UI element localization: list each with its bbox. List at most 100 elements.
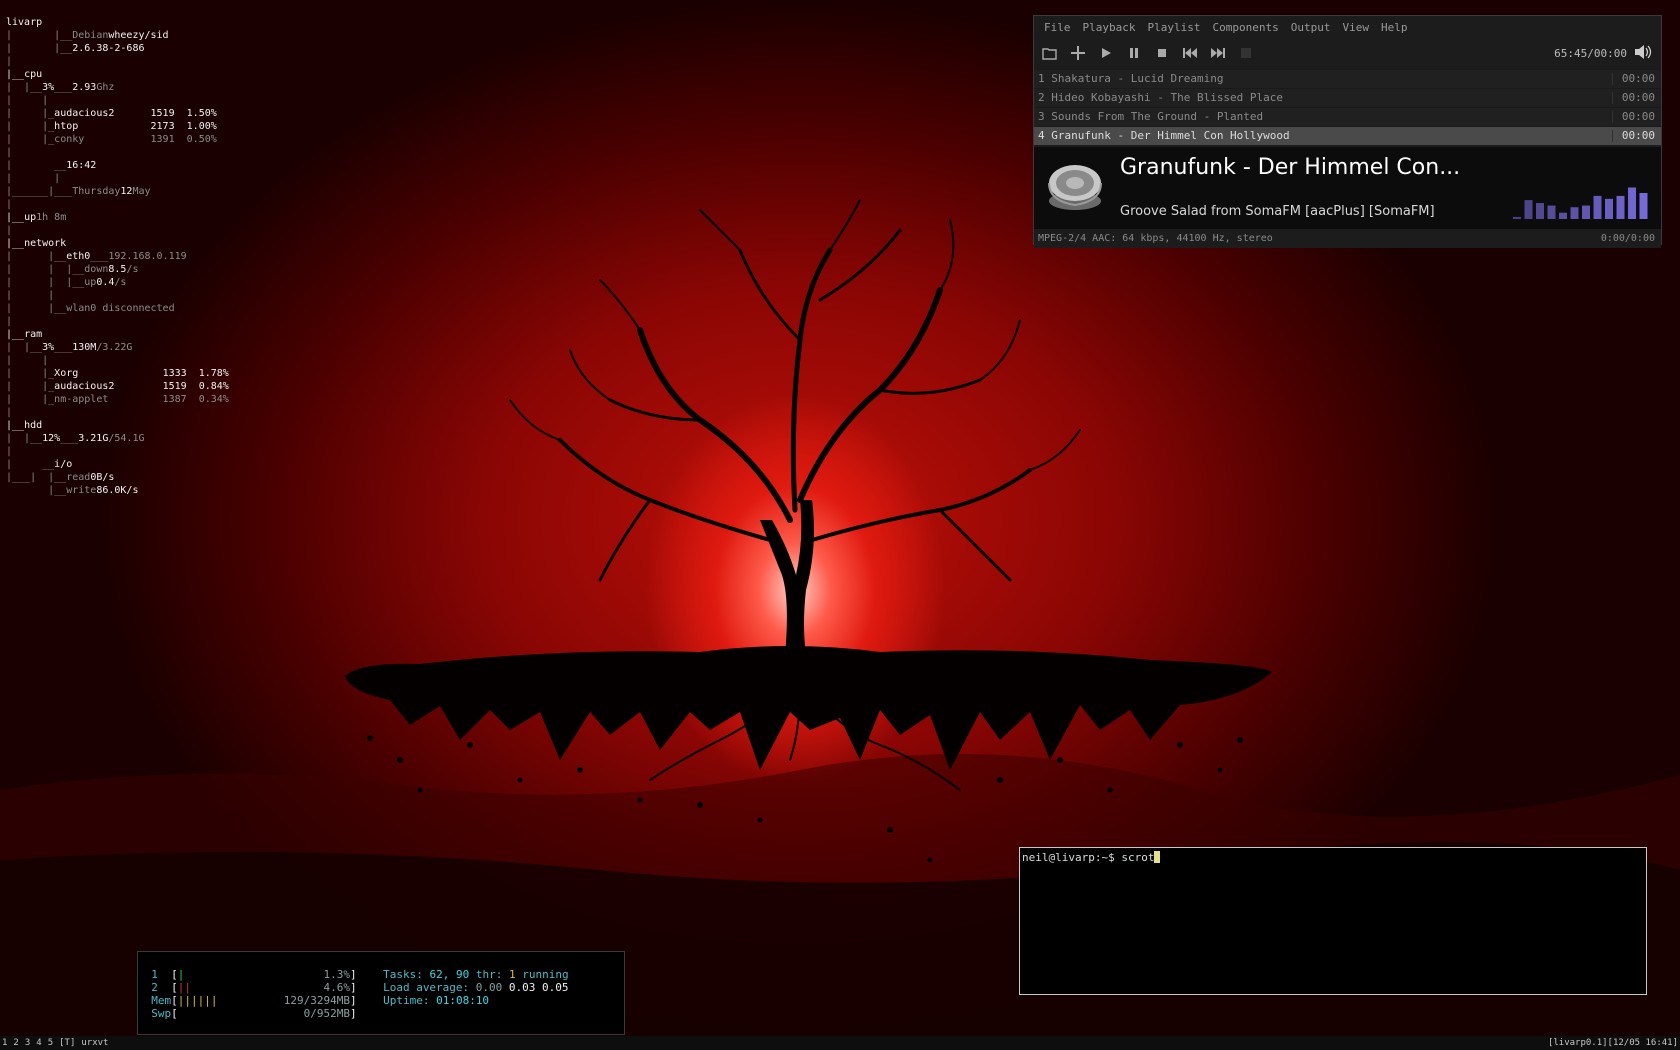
track-title: Shakatura - Lucid Dreaming xyxy=(1051,72,1224,85)
stop-icon xyxy=(1158,49,1166,57)
visualizer-bar xyxy=(1513,216,1521,219)
visualizer-bar xyxy=(1582,205,1590,219)
visualizer-bar xyxy=(1605,198,1613,219)
track-title: Sounds From The Ground - Planted xyxy=(1051,110,1264,123)
htop-cpu2-bar: || xyxy=(177,981,191,994)
htop-tasks: 62, xyxy=(429,968,450,981)
visualizer-bar xyxy=(1616,195,1625,219)
audacious-toolbar: 65:45/00:00 xyxy=(1034,39,1661,67)
conky-down-rate: 8.5 xyxy=(108,264,127,275)
conky-write-rate: 86.0K/s xyxy=(96,485,139,496)
visualizer-bar xyxy=(1570,207,1579,219)
workspace-2[interactable]: 2 xyxy=(13,1038,18,1048)
conky-cpu-label: cpu xyxy=(24,69,43,80)
conky-cpu-proc-2-name: conky xyxy=(54,134,85,145)
open-button[interactable] xyxy=(1040,43,1060,63)
track-length: 00:00 xyxy=(1621,110,1655,123)
skip-back-icon xyxy=(1183,48,1197,58)
conky-distro: wheezy/sid xyxy=(108,30,169,41)
conky-wlan: wlan0 disconnected xyxy=(66,303,175,314)
conky-cpu-proc-0-name: audacious2 xyxy=(54,108,115,119)
conky-up-rate: 0.4 xyxy=(96,277,115,288)
spectrum-visualizer xyxy=(1513,187,1648,219)
now-playing-stream: Groove Salad from SomaFM [aacPlus] [Soma… xyxy=(1120,204,1435,219)
menu-components[interactable]: Components xyxy=(1206,21,1284,39)
conky-uptime: 1h 8m xyxy=(36,212,67,223)
workspace-5[interactable]: 5 xyxy=(48,1038,53,1048)
add-button[interactable] xyxy=(1068,43,1088,63)
audacious-statusbar: MPEG-2/4 AAC: 64 kbps, 44100 Hz, stereo … xyxy=(1034,229,1661,248)
htop-mem-value: 129/3294MB xyxy=(283,994,350,1007)
folder-open-icon xyxy=(1042,48,1057,60)
pause-button[interactable] xyxy=(1124,43,1144,63)
dwm-statusbar: 1 2 3 4 5 [T] urxvt [livarp0.1][12/05 16:41] xyxy=(0,1036,1680,1050)
visualizer-bar xyxy=(1639,192,1648,219)
plus-icon xyxy=(1071,46,1085,60)
htop-load1: 0.00 xyxy=(475,981,503,994)
playlist-row[interactable]: 3 Sounds From The Ground - Planted 00:00 xyxy=(1034,107,1661,126)
conky-system-monitor: livarp | |__Debianwheezy/sid | |__2.6.38… xyxy=(6,17,229,496)
menu-help[interactable]: Help xyxy=(1375,21,1414,39)
htop-cpu1-value: 1.3% xyxy=(323,968,350,981)
track-length: 00:00 xyxy=(1621,129,1655,142)
menu-file[interactable]: File xyxy=(1038,21,1077,39)
workspace-1[interactable]: 1 xyxy=(2,1038,7,1048)
visualizer-bar xyxy=(1628,187,1636,219)
visualizer-bar xyxy=(1524,200,1533,219)
terminal-command: scrot xyxy=(1121,851,1155,864)
conky-ram-used: 130M xyxy=(72,342,97,353)
play-icon xyxy=(1102,48,1111,58)
speaker-icon xyxy=(1048,165,1102,210)
conky-cpu-pct: 3% xyxy=(42,82,55,93)
track-length: 00:00 xyxy=(1621,72,1655,85)
conky-read-rate: 0B/s xyxy=(90,472,115,483)
stop-button[interactable] xyxy=(1152,43,1172,63)
terminal-cursor xyxy=(1154,851,1161,863)
menu-playlist[interactable]: Playlist xyxy=(1141,21,1206,39)
workspace-3[interactable]: 3 xyxy=(25,1038,30,1048)
conky-cpu-proc-1-name: htop xyxy=(54,121,79,132)
status-time: 0:00/0:00 xyxy=(1600,233,1655,244)
volume-button[interactable] xyxy=(1633,43,1655,63)
conky-clock: 16:42 xyxy=(66,160,97,171)
track-length: 00:00 xyxy=(1621,91,1655,104)
htop-cpu2-value: 4.6% xyxy=(323,981,350,994)
visualizer-bar xyxy=(1593,195,1602,219)
playlist-row-selected[interactable]: 4 Granufunk - Der Himmel Con Hollywood 00… xyxy=(1034,126,1661,145)
htop-mem-bar: |||||| xyxy=(177,994,218,1007)
menu-playback[interactable]: Playback xyxy=(1077,21,1142,39)
workspace-4[interactable]: 4 xyxy=(36,1038,41,1048)
status-text: [livarp0.1][12/05 16:41] xyxy=(1547,1038,1678,1048)
menu-view[interactable]: View xyxy=(1336,21,1375,39)
menu-output[interactable]: Output xyxy=(1285,21,1337,39)
visualizer-bar xyxy=(1547,205,1556,219)
play-button[interactable] xyxy=(1096,43,1116,63)
skip-forward-icon xyxy=(1211,48,1225,58)
seek-slider[interactable] xyxy=(1236,43,1256,63)
htop-uptime: 01:08:10 xyxy=(436,994,490,1007)
layout-indicator[interactable]: [T] xyxy=(59,1038,75,1048)
speaker-volume-icon xyxy=(1635,45,1652,59)
track-title: Granufunk - Der Himmel Con Hollywood xyxy=(1051,129,1290,142)
conky-cpu-freq: 2.93 xyxy=(72,82,97,93)
htop-panel: 1 [| 1.3%] Tasks: 62, 90 thr: 1 running … xyxy=(137,951,625,1035)
playlist-row[interactable]: 2 Hideo Kobayashi - The Blissed Place 00:… xyxy=(1034,88,1661,107)
next-button[interactable] xyxy=(1208,43,1228,63)
audacious-window: File Playback Playlist Components Output… xyxy=(1033,15,1662,248)
now-playing-title: Granufunk - Der Himmel Con... xyxy=(1120,155,1461,180)
conky-kernel: 2.6.38-2-686 xyxy=(72,43,145,54)
conky-day: Thursday xyxy=(72,186,121,197)
now-playing-panel: Granufunk - Der Himmel Con... Groove Sal… xyxy=(1034,147,1661,229)
conky-host: livarp xyxy=(6,17,43,28)
playlist: 1 Shakatura - Lucid Dreaming 00:00 2 Hide… xyxy=(1034,69,1661,145)
previous-button[interactable] xyxy=(1180,43,1200,63)
playback-time: 65:45/00:00 xyxy=(1554,47,1627,60)
playlist-row[interactable]: 1 Shakatura - Lucid Dreaming 00:00 xyxy=(1034,69,1661,88)
track-title: Hideo Kobayashi - The Blissed Place xyxy=(1051,91,1284,104)
htop-swp-value: 0/952MB xyxy=(303,1007,350,1020)
conky-hdd-used: 3.21G xyxy=(78,433,109,444)
conky-ip: 192.168.0.119 xyxy=(108,251,187,262)
terminal-urxvt[interactable]: neil@livarp:~$ scrot xyxy=(1019,847,1647,995)
audacious-menubar: File Playback Playlist Components Output… xyxy=(1034,16,1661,39)
visualizer-bar xyxy=(1559,212,1567,219)
